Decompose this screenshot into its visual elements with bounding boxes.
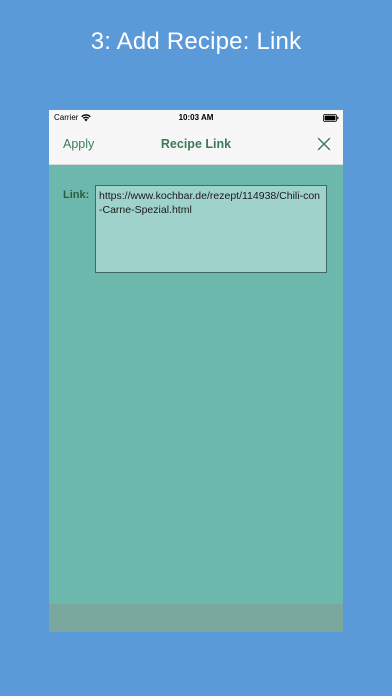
status-bar: Carrier 10:03 AM bbox=[49, 110, 343, 126]
link-label: Link: bbox=[63, 189, 90, 201]
navigation-bar: Apply Recipe Link bbox=[49, 126, 343, 165]
bottom-toolbar bbox=[49, 604, 343, 632]
phone-screen: Carrier 10:03 AM Apply Recipe Link Link:… bbox=[49, 110, 343, 632]
page-caption: 3: Add Recipe: Link bbox=[90, 28, 302, 55]
status-time: 10:03 AM bbox=[178, 113, 214, 122]
close-icon[interactable] bbox=[317, 137, 331, 151]
battery-icon bbox=[323, 114, 339, 122]
link-textarea[interactable]: https://www.kochbar.de/rezept/114938/Chi… bbox=[95, 185, 327, 273]
nav-title: Recipe Link bbox=[160, 137, 232, 151]
